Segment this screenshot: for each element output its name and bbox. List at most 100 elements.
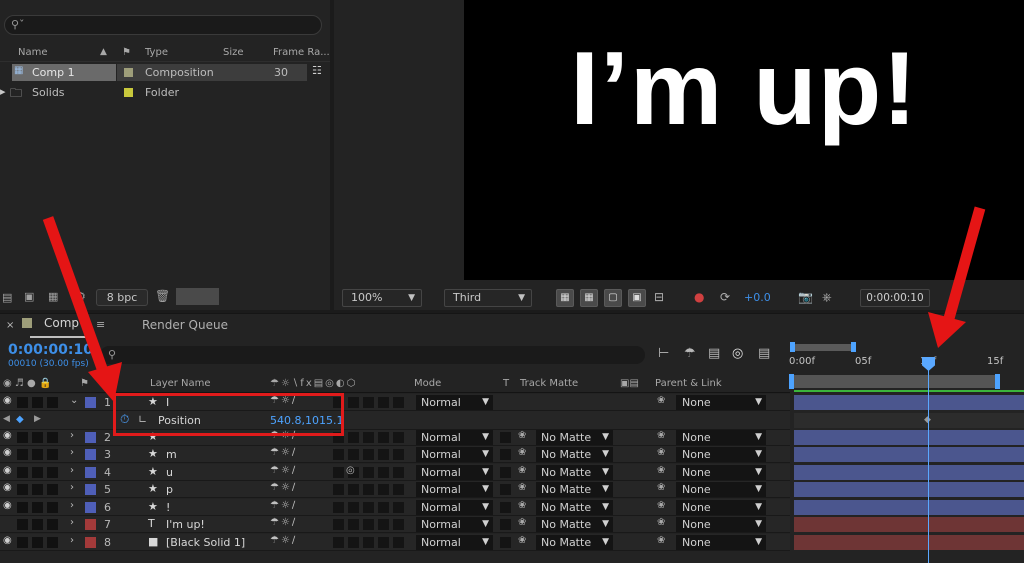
layer-switch-box[interactable] [393, 397, 404, 408]
layer-name[interactable]: u [166, 466, 173, 479]
parent-dropdown[interactable]: None ▼ [676, 465, 766, 480]
layer-row[interactable]: ◉ › 3 ★ m ☂☼∕ Normal ▼ ❀ No Matte ▼ ❀ None ▼ [0, 446, 790, 463]
blend-mode-dropdown[interactable]: Normal ▼ [416, 517, 493, 532]
column-size[interactable]: Size [223, 47, 244, 58]
layer-duration-bar[interactable] [794, 447, 1024, 462]
track-matte-dropdown[interactable]: No Matte ▼ [536, 430, 613, 445]
settings-icon[interactable]: ⚙ [76, 290, 86, 303]
lock-toggle[interactable] [47, 519, 58, 530]
work-area-start-handle[interactable] [789, 374, 794, 389]
composition-flowchart-icon[interactable]: ⊢ [658, 346, 669, 361]
draft-3d-icon[interactable]: ☂ [684, 346, 696, 361]
motion-blur-switch-icon[interactable]: ◎ [346, 465, 355, 476]
solo-toggle[interactable] [32, 397, 43, 408]
chevron-right-icon[interactable]: › [70, 517, 74, 528]
matte-pickwhip-icon[interactable]: ❀ [518, 500, 526, 511]
preserve-transparency-box[interactable] [500, 502, 511, 513]
parent-pickwhip-icon[interactable]: ❀ [657, 535, 665, 546]
parent-pickwhip-icon[interactable]: ❀ [657, 517, 665, 528]
audio-toggle[interactable] [17, 519, 28, 530]
time-navigator[interactable] [793, 344, 855, 351]
blend-mode-dropdown[interactable]: Normal ▼ [416, 535, 493, 550]
layer-switch-box[interactable] [363, 484, 374, 495]
new-folder-icon[interactable]: ▣ [24, 290, 34, 303]
eye-icon[interactable]: ◉ [3, 430, 12, 441]
blend-mode-dropdown[interactable]: Normal ▼ [416, 465, 493, 480]
track-matte-dropdown[interactable]: No Matte ▼ [536, 465, 613, 480]
column-mode[interactable]: Mode [414, 378, 441, 389]
matte-pickwhip-icon[interactable]: ❀ [518, 535, 526, 546]
matte-pickwhip-icon[interactable]: ❀ [518, 482, 526, 493]
layer-switch-box[interactable] [393, 484, 404, 495]
column-layer-name[interactable]: Layer Name [150, 378, 211, 389]
layer-label-swatch[interactable] [85, 449, 96, 460]
layer-duration-bar[interactable] [794, 430, 1024, 445]
keyframe-diamond-icon[interactable]: ◆ [16, 414, 24, 425]
layer-switch-box[interactable] [363, 502, 374, 513]
current-time-display[interactable]: 0:00:00:10 [8, 342, 93, 358]
layer-switch-box[interactable] [348, 502, 359, 513]
matte-pickwhip-icon[interactable]: ❀ [518, 517, 526, 528]
parent-dropdown[interactable]: None ▼ [676, 535, 766, 550]
layer-name[interactable]: ! [166, 501, 170, 514]
lock-toggle[interactable] [47, 467, 58, 478]
audio-toggle[interactable] [17, 467, 28, 478]
exposure-value[interactable]: +0.0 [744, 291, 771, 304]
layer-switch-box[interactable] [348, 397, 359, 408]
tab-menu-icon[interactable]: ≡ [96, 318, 105, 331]
project-item-comp[interactable]: ▦ Comp 1 Composition 30 ☷ [0, 63, 330, 82]
lock-toggle[interactable] [47, 397, 58, 408]
audio-toggle[interactable] [17, 432, 28, 443]
layer-duration-bar[interactable] [794, 517, 1024, 532]
layer-switch-box[interactable] [333, 484, 344, 495]
layer-switch-box[interactable] [363, 519, 374, 530]
chevron-right-icon[interactable]: › [70, 535, 74, 546]
lock-toggle[interactable] [47, 502, 58, 513]
column-type[interactable]: Type [145, 47, 168, 58]
track-matte-dropdown[interactable]: No Matte ▼ [536, 535, 613, 550]
layer-label-swatch[interactable] [85, 537, 96, 548]
mask-visibility-icon[interactable]: ▢ [604, 289, 622, 307]
layer-duration-bar[interactable] [794, 535, 1024, 550]
lock-toggle[interactable] [47, 484, 58, 495]
eye-icon[interactable]: ◉ [3, 535, 12, 546]
lock-toggle[interactable] [47, 537, 58, 548]
bpc-button[interactable]: 8 bpc [96, 289, 148, 306]
chevron-right-icon[interactable]: ▸ [0, 85, 6, 98]
close-tab-icon[interactable]: × [6, 320, 14, 331]
project-item-folder[interactable]: ▸ 🗀 Solids Folder [0, 83, 330, 102]
motion-blur-icon[interactable]: ◎ [732, 346, 743, 361]
blend-mode-dropdown[interactable]: Normal ▼ [416, 430, 493, 445]
layer-switch-box[interactable] [348, 449, 359, 460]
preserve-transparency-box[interactable] [500, 432, 511, 443]
navigator-start-handle[interactable] [790, 342, 795, 352]
column-track-matte[interactable]: Track Matte [520, 378, 578, 389]
layer-switch-box[interactable] [348, 519, 359, 530]
solo-toggle[interactable] [32, 519, 43, 530]
preserve-transparency-box[interactable] [500, 449, 511, 460]
channels-icon[interactable]: ● [694, 290, 704, 304]
track-matte-dropdown[interactable]: No Matte ▼ [536, 447, 613, 462]
layer-switch-box[interactable] [378, 519, 389, 530]
solo-toggle[interactable] [32, 502, 43, 513]
parent-pickwhip-icon[interactable]: ❀ [657, 465, 665, 476]
solo-toggle[interactable] [32, 467, 43, 478]
track-matte-dropdown[interactable]: No Matte ▼ [536, 482, 613, 497]
layer-label-swatch[interactable] [85, 502, 96, 513]
show-snapshot-icon[interactable]: ⎈ [822, 290, 832, 305]
layer-switch-box[interactable] [378, 484, 389, 495]
chevron-right-icon[interactable]: › [70, 482, 74, 493]
eye-icon[interactable]: ◉ [3, 500, 12, 511]
layer-switch-box[interactable] [393, 467, 404, 478]
audio-toggle[interactable] [17, 397, 28, 408]
layer-row[interactable]: ◉ › 5 ★ p ☂☼∕ Normal ▼ ❀ No Matte ▼ ❀ None ▼ [0, 481, 790, 498]
matte-pickwhip-icon[interactable]: ❀ [518, 465, 526, 476]
layer-label-swatch[interactable] [85, 432, 96, 443]
audio-toggle[interactable] [17, 484, 28, 495]
view-dropdown[interactable]: Third ▼ [444, 289, 532, 307]
composition-canvas[interactable]: I’m up! [464, 0, 1024, 280]
flowchart-icon[interactable]: ☷ [312, 64, 322, 77]
eye-icon[interactable]: ◉ [3, 447, 12, 458]
layer-row[interactable]: ◉ › 8 ■ [Black Solid 1] ☂☼∕ Normal ▼ ❀ No Matte ▼ ❀… [0, 534, 790, 551]
layer-switch-box[interactable] [333, 449, 344, 460]
